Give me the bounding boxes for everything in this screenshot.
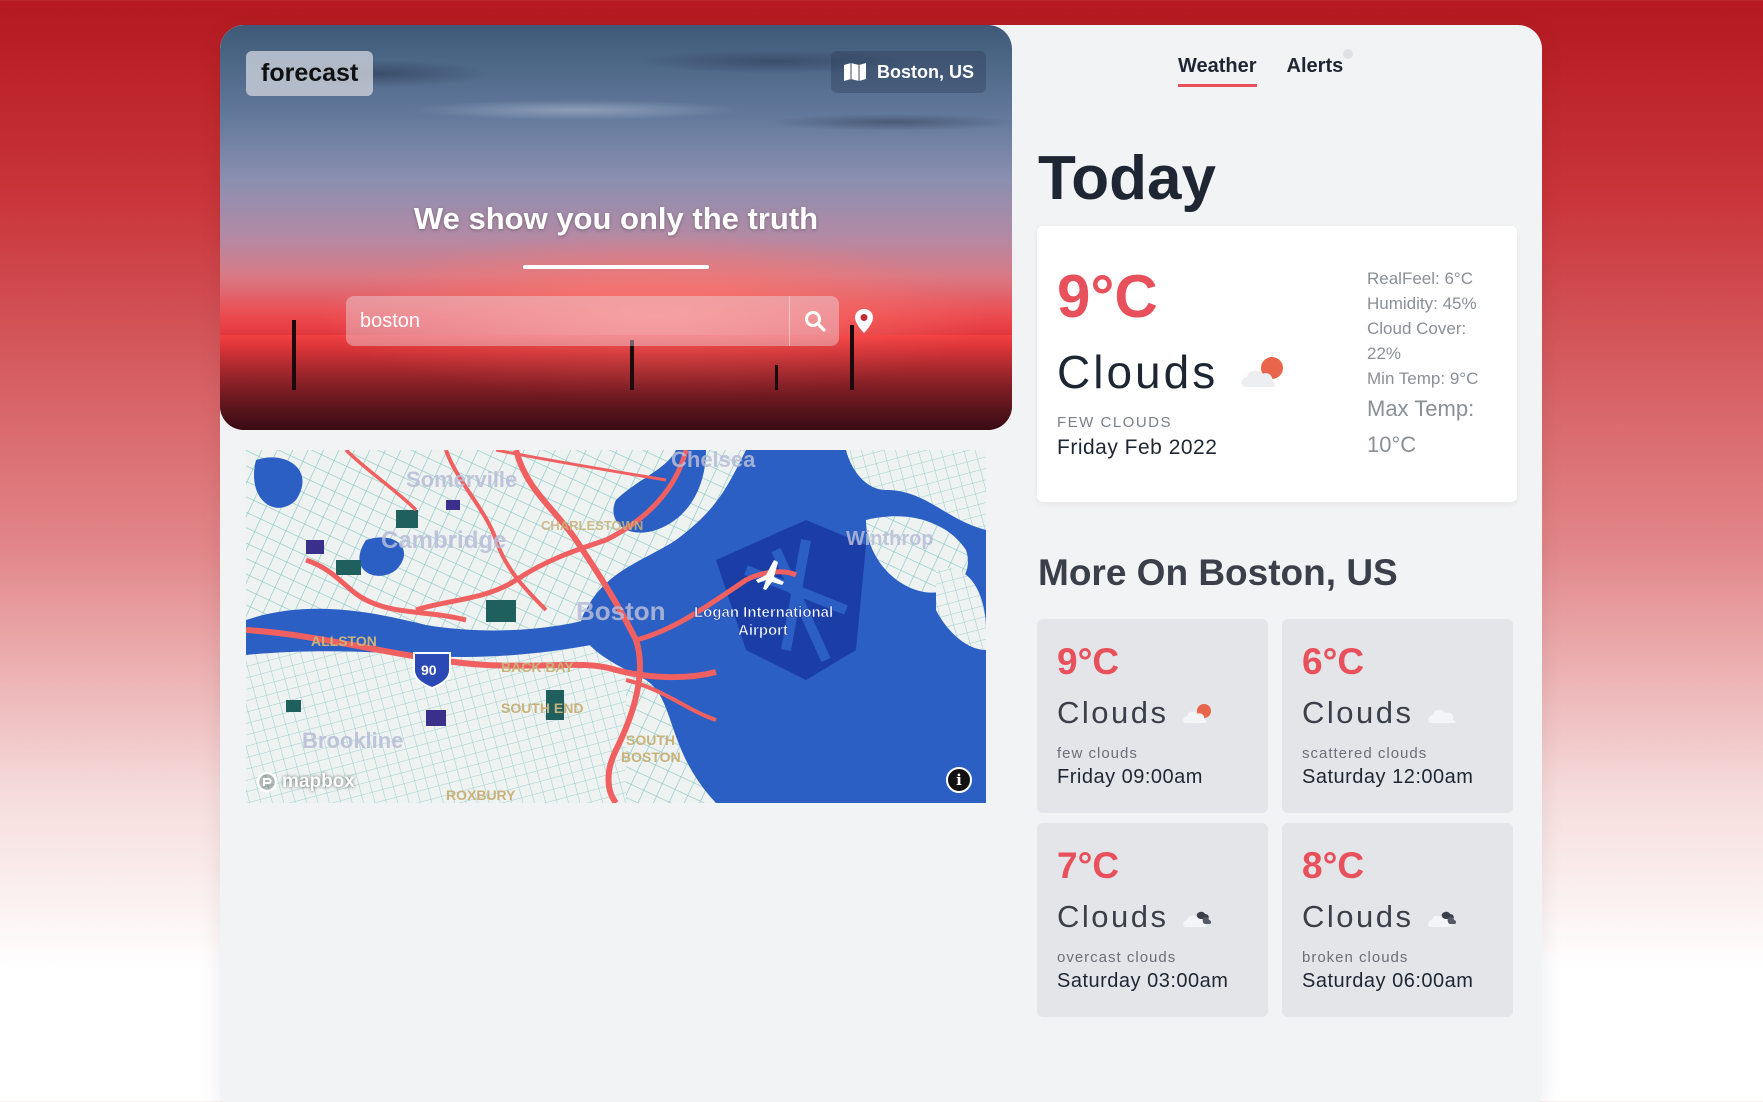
map-attribution[interactable]: mapbox	[256, 771, 355, 793]
pier-post	[292, 320, 296, 390]
map-label: BOSTON	[621, 749, 681, 765]
sea-reflection	[220, 335, 1012, 430]
today-description: FEW CLOUDS	[1057, 414, 1173, 431]
forecast-description: broken clouds	[1302, 949, 1409, 966]
tab-weather[interactable]: Weather	[1178, 55, 1257, 87]
forecast-card[interactable]: 7°C Clouds overcast clouds Saturday 03:0…	[1037, 823, 1268, 1017]
forecast-condition: Clouds	[1057, 899, 1215, 935]
map-label: Logan International	[694, 604, 833, 621]
app-logo[interactable]: forecast	[246, 51, 374, 96]
today-temperature: 9°C	[1057, 263, 1158, 330]
realfeel-stat: RealFeel: 6°C	[1367, 269, 1474, 288]
map-label: BACK BAY	[501, 659, 574, 675]
map-label: Airport	[738, 622, 788, 639]
section-title: More On Boston, US	[1038, 552, 1398, 593]
forecast-temperature: 7°C	[1057, 845, 1120, 886]
map-label: Boston	[576, 596, 666, 626]
search-button[interactable]	[789, 296, 839, 346]
forecast-temperature: 8°C	[1302, 845, 1365, 886]
today-card: 9°C Clouds FEW CLOUDS Friday Feb 2022 Re…	[1037, 226, 1517, 502]
forecast-card[interactable]: 6°C Clouds scattered clouds Saturday 12:…	[1282, 619, 1513, 813]
map-canvas[interactable]: Somerville Chelsea Cambridge CHARLESTOWN…	[246, 450, 986, 803]
forecast-condition: Clouds	[1057, 695, 1215, 731]
max-temp-stat: Max Temp: 10°C	[1367, 396, 1475, 457]
broken-clouds-icon	[1427, 911, 1456, 927]
map-icon	[844, 63, 866, 81]
forecast-condition: Clouds	[1302, 695, 1460, 731]
current-location[interactable]: Boston, US	[831, 51, 986, 93]
map-label: ROXBURY	[446, 787, 516, 803]
today-date: Friday Feb 2022	[1057, 436, 1218, 459]
map-label: CHARLESTOWN	[541, 518, 643, 533]
cloud-cover-stat: Cloud Cover: 22%	[1367, 319, 1467, 363]
map-label: SOUTH	[626, 732, 675, 748]
overcast-clouds-icon	[1182, 911, 1211, 927]
map-label: SOUTH END	[501, 700, 583, 716]
forecast-temperature: 6°C	[1302, 641, 1365, 682]
pier-post	[775, 365, 778, 390]
location-label: Boston, US	[877, 61, 974, 82]
map-label: Somerville	[406, 467, 517, 492]
pier-post	[630, 340, 634, 390]
today-condition: Clouds	[1057, 345, 1290, 399]
forecast-card[interactable]: 9°C Clouds few clouds Friday 09:00am	[1037, 619, 1268, 813]
mapbox-logo-icon	[256, 771, 278, 793]
attribution-label: mapbox	[282, 771, 355, 792]
forecast-time: Saturday 12:00am	[1302, 766, 1474, 788]
few-clouds-icon	[1241, 357, 1284, 387]
info-icon[interactable]: i	[946, 767, 972, 793]
map-label: Brookline	[302, 728, 403, 753]
tagline-underline	[523, 265, 709, 269]
pier-post	[850, 325, 854, 390]
forecast-time: Saturday 03:00am	[1057, 970, 1229, 992]
today-stats: RealFeel: 6°C Humidity: 45% Cloud Cover:…	[1367, 266, 1497, 463]
tab-alerts-label: Alerts	[1286, 55, 1344, 77]
map-label: Winthrop	[846, 528, 934, 550]
today-condition-label: Clouds	[1057, 346, 1219, 398]
notification-dot	[1343, 49, 1354, 59]
forecast-condition-label: Clouds	[1057, 899, 1169, 934]
hero-banner: forecast Boston, US We show you only the…	[220, 25, 1012, 430]
forecast-condition-label: Clouds	[1302, 899, 1414, 934]
search-input[interactable]	[346, 296, 789, 346]
interstate-number: 90	[421, 662, 437, 678]
map-label: ALLSTON	[311, 633, 377, 649]
forecast-condition: Clouds	[1302, 899, 1460, 935]
search-icon	[804, 311, 826, 332]
map-label: Cambridge	[381, 527, 506, 554]
forecast-time: Friday 09:00am	[1057, 766, 1203, 788]
tab-bar: Weather Alerts	[1178, 49, 1354, 87]
forecast-time: Saturday 06:00am	[1302, 970, 1474, 992]
map-label: Chelsea	[671, 450, 756, 472]
min-temp-stat: Min Temp: 9°C	[1367, 369, 1479, 388]
forecast-temperature: 9°C	[1057, 641, 1120, 682]
forecast-description: overcast clouds	[1057, 949, 1177, 966]
page-title: Today	[1038, 144, 1216, 213]
forecast-description: few clouds	[1057, 745, 1138, 762]
forecast-condition-label: Clouds	[1302, 695, 1414, 730]
tab-alerts[interactable]: Alerts	[1286, 49, 1354, 87]
city-map[interactable]: Somerville Chelsea Cambridge CHARLESTOWN…	[246, 450, 986, 803]
humidity-stat: Humidity: 45%	[1367, 294, 1477, 313]
tagline: We show you only the truth	[413, 201, 819, 236]
location-pin-icon[interactable]	[854, 308, 874, 334]
forecast-condition-label: Clouds	[1057, 695, 1169, 730]
app-container: forecast Boston, US We show you only the…	[220, 25, 1542, 1102]
few-clouds-icon	[1182, 704, 1211, 723]
forecast-card[interactable]: 8°C Clouds broken clouds Saturday 06:00a…	[1282, 823, 1513, 1017]
scattered-clouds-icon	[1427, 709, 1456, 723]
search-bar	[346, 296, 839, 346]
forecast-description: scattered clouds	[1302, 745, 1428, 762]
